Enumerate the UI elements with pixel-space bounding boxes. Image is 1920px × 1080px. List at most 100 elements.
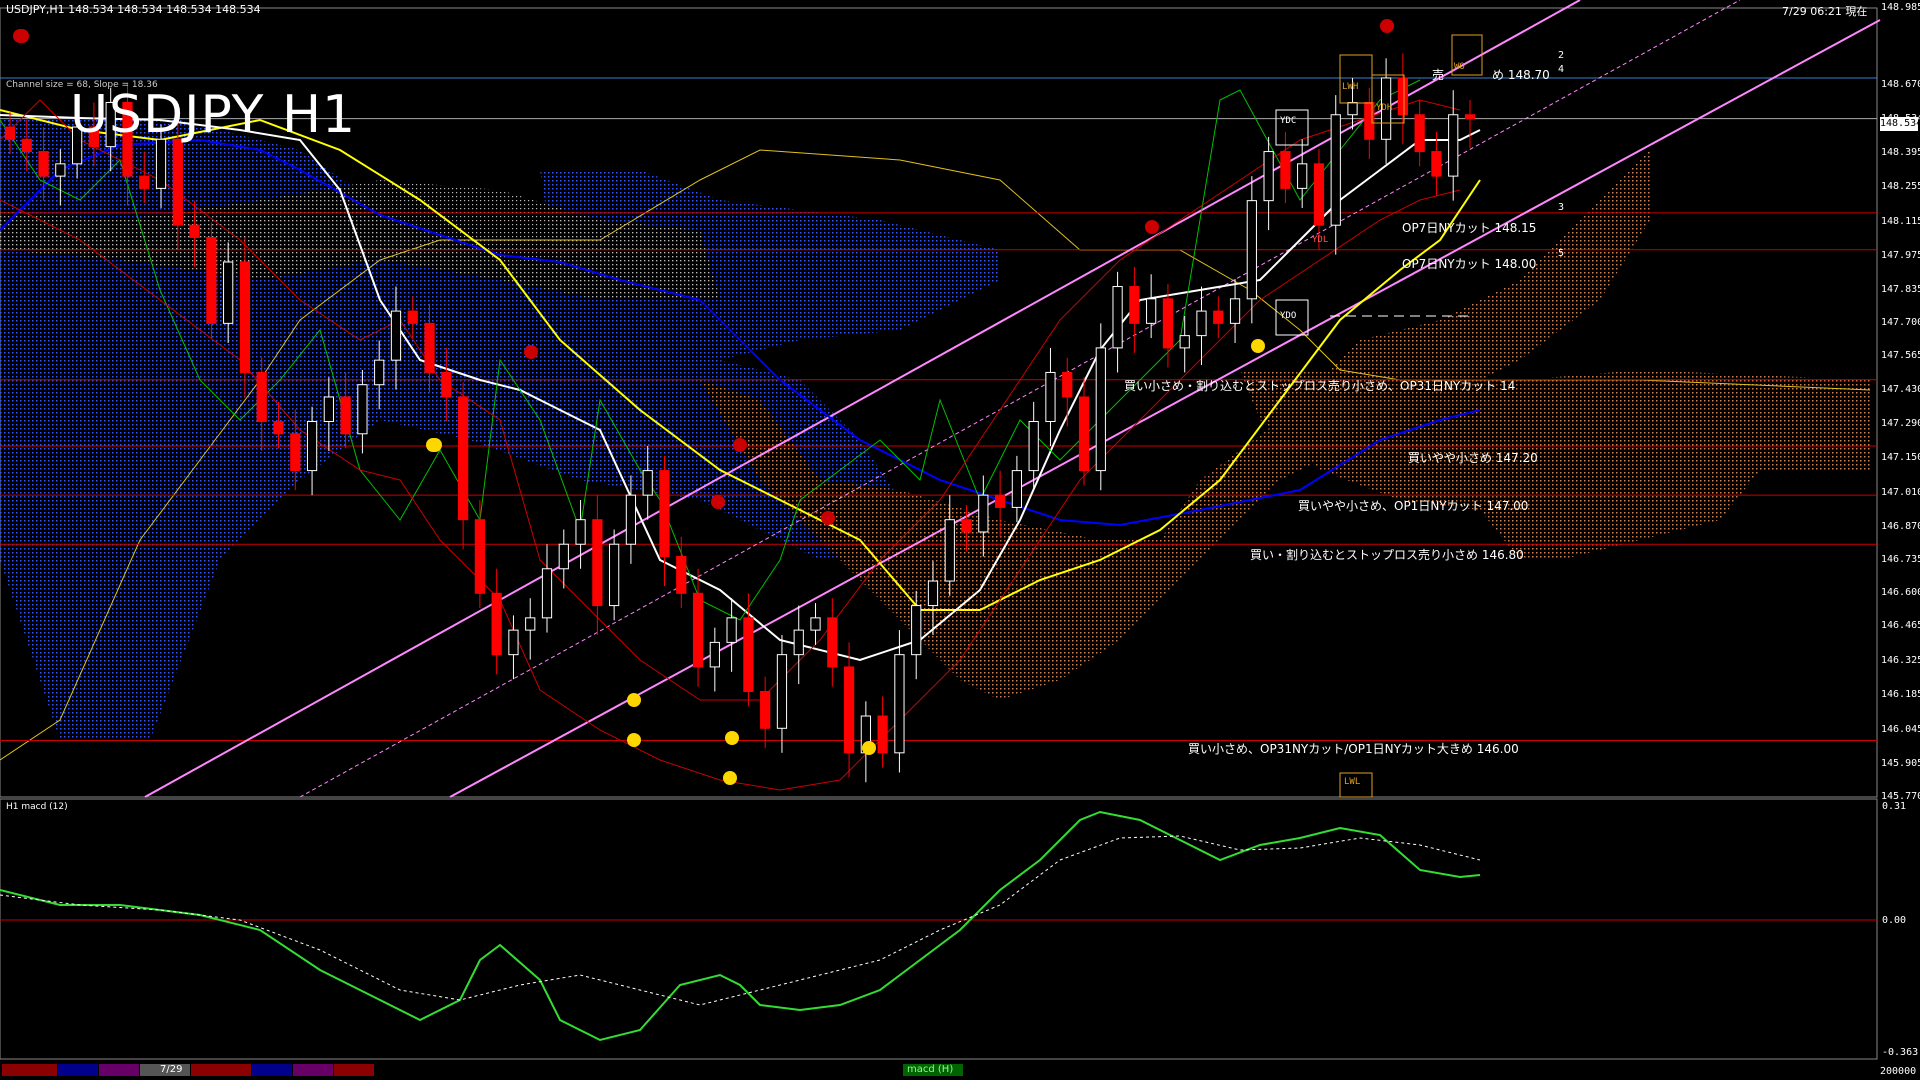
candle-down <box>1397 77 1408 116</box>
annotation-op7-1: OP7日NYカット 148.15 <box>1402 221 1537 235</box>
candle-up <box>541 568 553 619</box>
macd-lines <box>0 810 1877 1042</box>
box-label-wo: WO <box>1454 62 1465 72</box>
fib-label-5: 5 <box>1558 248 1565 259</box>
box-label-ydc: YDC <box>1280 116 1297 126</box>
buy-marker <box>627 693 641 707</box>
price-tick: 147.290 <box>1881 417 1920 429</box>
box-label-ydo: YDO <box>1280 311 1297 321</box>
buy-marker <box>723 771 737 785</box>
annotation-buy2: 買いやや小さめ 147.20 <box>1408 451 1538 465</box>
candle-up <box>575 519 586 545</box>
price-tick: 146.600 <box>1881 587 1920 599</box>
fib-label-3: 3 <box>1558 202 1565 213</box>
candle-down <box>1062 371 1073 398</box>
price-tick: 147.565 <box>1881 350 1920 362</box>
candle-down <box>760 690 771 729</box>
candle-down <box>659 470 670 557</box>
candle-down <box>441 371 452 398</box>
candle-up <box>810 617 821 631</box>
bottom-count: 200000 <box>1880 1066 1917 1077</box>
candle-down <box>1280 151 1291 189</box>
sell-marker <box>1380 19 1394 33</box>
candle-up <box>894 654 905 754</box>
tab-4[interactable] <box>191 1064 251 1076</box>
candle-up <box>1347 101 1358 116</box>
candle-up <box>55 163 66 177</box>
macd-axis-top: 0.31 <box>1882 801 1907 812</box>
price-tick: 146.870 <box>1881 521 1920 533</box>
symbol-info: USDJPY,H1 148.534 148.534 148.534 148.53… <box>6 3 261 16</box>
candle-down <box>961 519 972 533</box>
sell-marker <box>13 29 27 43</box>
candle-up <box>609 543 620 607</box>
price-tick: 147.835 <box>1881 284 1920 296</box>
candle-up <box>155 138 167 189</box>
candle-down <box>877 715 888 754</box>
tab-1[interactable] <box>2 1064 57 1076</box>
price-tick: 148.115 <box>1881 215 1920 227</box>
tab-7[interactable] <box>334 1064 374 1076</box>
tab-6[interactable] <box>293 1064 333 1076</box>
chart-canvas <box>0 0 1881 1060</box>
annotation-buy3: 買いやや小さめ、OP1日NYカット 147.00 <box>1298 499 1529 513</box>
price-tick: 147.010 <box>1881 486 1920 498</box>
candle-down <box>692 592 704 668</box>
candle-down <box>1078 396 1090 472</box>
tab-3[interactable] <box>99 1064 139 1076</box>
price-tick: 146.045 <box>1881 723 1920 735</box>
candle-down <box>474 519 485 594</box>
macd-label: H1 macd (12) <box>6 802 68 812</box>
annotation-sell-b: め 148.70 <box>1492 68 1550 82</box>
fib-label-2: 2 <box>1558 50 1565 61</box>
candle-up <box>306 421 318 472</box>
chart-title: USDJPY H1 <box>70 85 357 145</box>
macd-panel-border <box>0 798 1878 1060</box>
candle-down <box>676 555 687 594</box>
candle-down <box>1313 163 1325 226</box>
candle-up <box>1246 200 1257 300</box>
candle-down <box>206 236 217 324</box>
candle-up <box>978 494 989 533</box>
tab-macd[interactable]: macd (H) <box>903 1064 963 1076</box>
candle-up <box>1448 114 1459 177</box>
lwh-box <box>1339 54 1373 104</box>
candle-down <box>4 126 16 140</box>
candle-down <box>340 396 351 435</box>
candle-down <box>172 138 183 226</box>
candle-down <box>1213 310 1224 324</box>
tab-macd-label: macd (H) <box>907 1064 954 1075</box>
macd-axis-zero: 0.00 <box>1882 915 1907 926</box>
price-tick: 145.905 <box>1881 757 1920 769</box>
macd-line <box>0 810 1481 1042</box>
box-label-ydh: YDH <box>1376 103 1393 113</box>
candle-up <box>223 261 234 324</box>
candle-up <box>1146 298 1157 324</box>
tab-5[interactable] <box>252 1064 292 1076</box>
current-price-badge: 148.534 <box>1880 117 1920 131</box>
price-tick: 146.325 <box>1881 654 1920 666</box>
candle-up <box>1330 114 1341 226</box>
candle-down <box>1364 101 1375 140</box>
candle-down <box>995 494 1006 508</box>
candle-down <box>407 310 418 324</box>
candle-down <box>21 138 32 153</box>
candle-up <box>1179 335 1190 349</box>
sell-marker <box>524 345 538 359</box>
candle-down <box>1431 151 1442 177</box>
tab-date[interactable]: 7/29 <box>140 1064 190 1076</box>
candle-up <box>390 310 402 361</box>
candle-up <box>944 519 955 582</box>
price-tick: 148.395 <box>1881 146 1920 158</box>
candle-down <box>290 433 301 472</box>
candle-up <box>1095 347 1106 472</box>
sell-marker <box>821 511 835 525</box>
candle-down <box>273 421 284 435</box>
candle-down <box>1162 298 1174 349</box>
tab-2[interactable] <box>58 1064 98 1076</box>
candle-down <box>827 617 838 668</box>
candle-down <box>457 396 469 521</box>
price-tick: 148.670 <box>1881 79 1920 91</box>
candle-up <box>357 384 368 435</box>
price-tick: 147.430 <box>1881 383 1920 395</box>
